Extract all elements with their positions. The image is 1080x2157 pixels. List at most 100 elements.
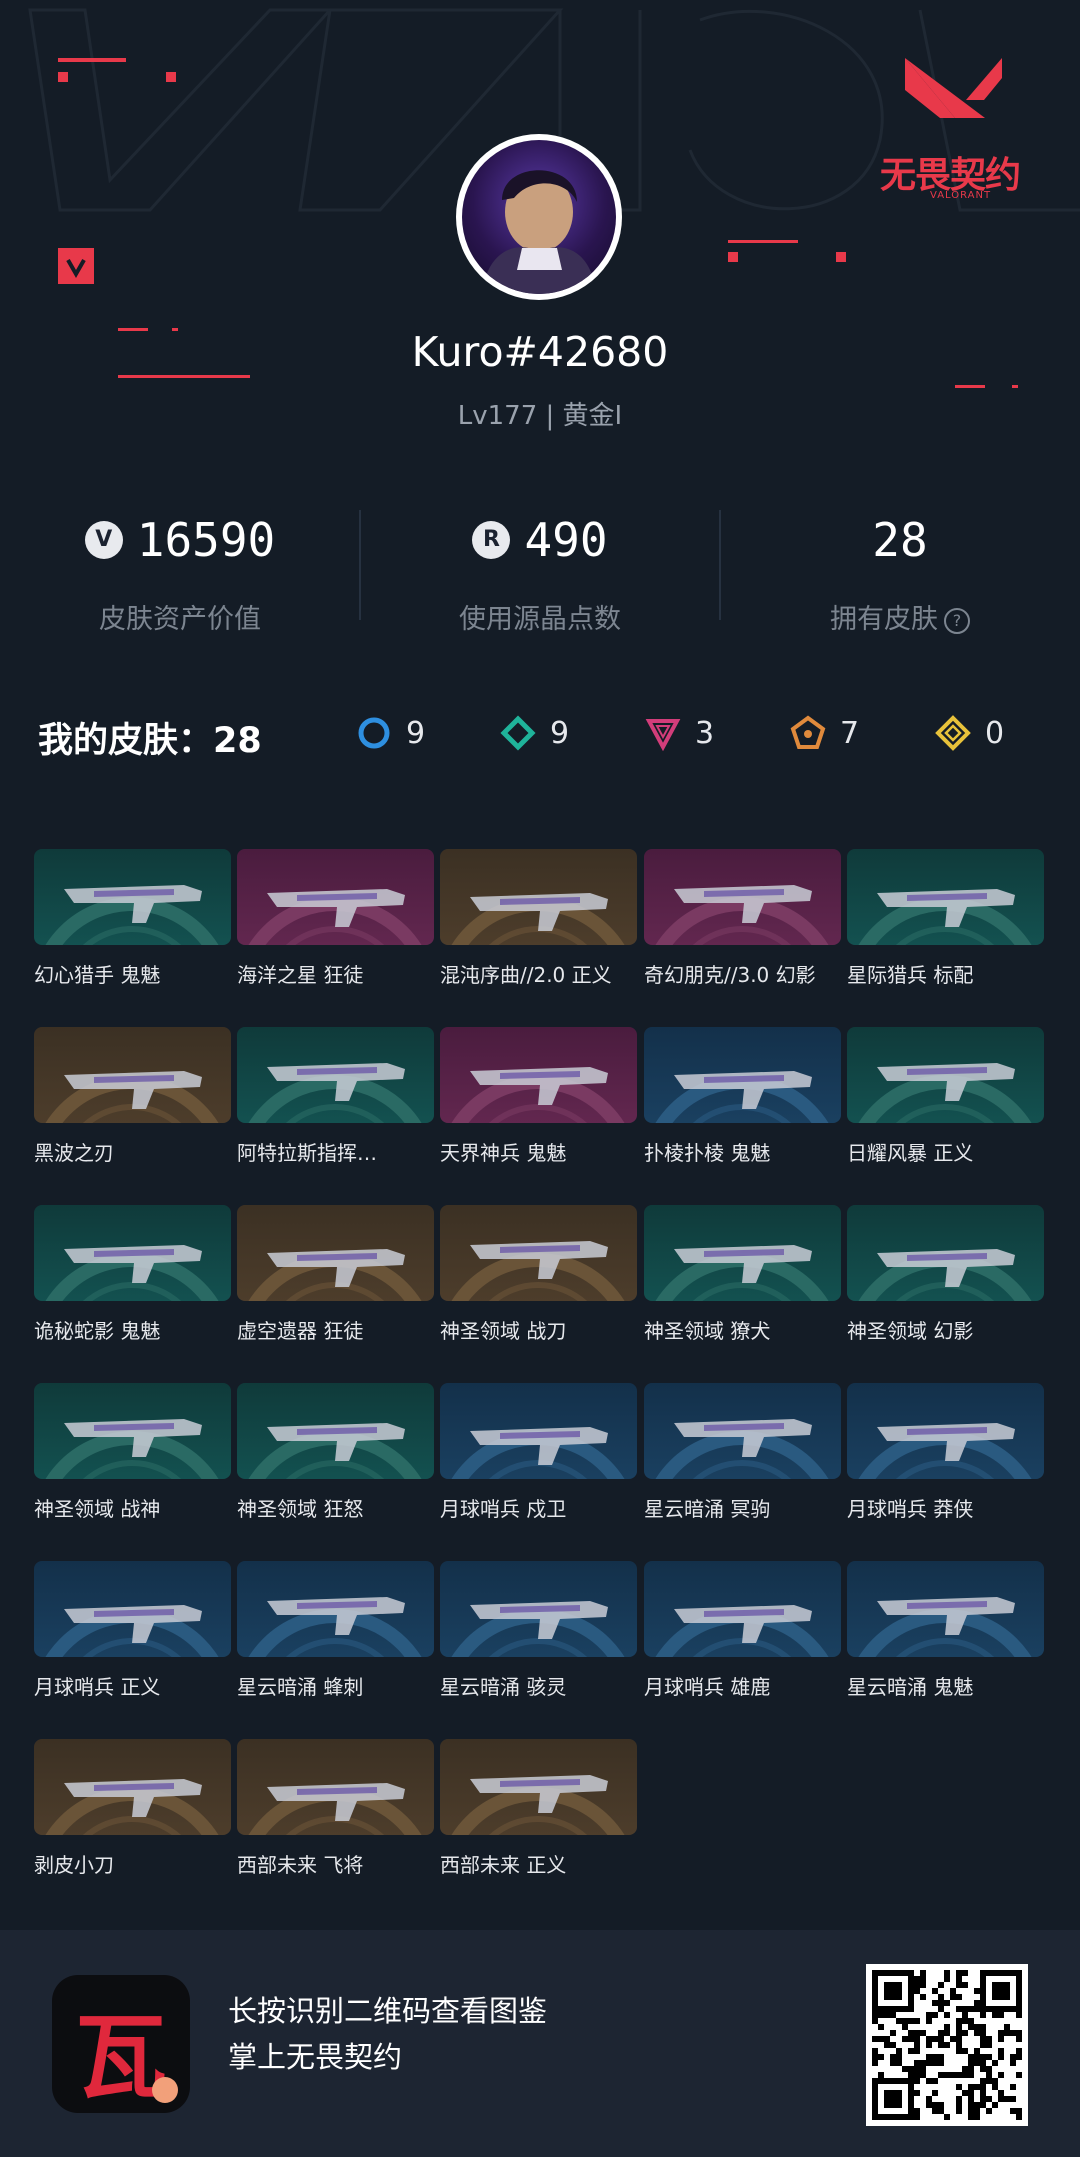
skin-name: 月球哨兵 戍卫 — [440, 1497, 567, 1521]
skin-card[interactable]: 星云暗涌 骇灵 — [440, 1561, 637, 1739]
weapon-image — [451, 1427, 625, 1479]
skin-thumbnail — [237, 1383, 434, 1479]
divider — [719, 510, 721, 620]
weapon-image — [858, 1249, 1032, 1301]
skin-card[interactable]: 日耀风暴 正义 — [847, 1027, 1044, 1205]
weapon-image — [45, 1605, 219, 1657]
skin-card[interactable]: 海洋之星 狂徒 — [237, 849, 434, 1027]
skin-name: 日耀风暴 正义 — [847, 1141, 974, 1165]
skin-thumbnail — [644, 1561, 841, 1657]
skin-thumbnail — [440, 849, 637, 945]
footer-line1: 长按识别二维码查看图鉴 — [228, 1994, 548, 2028]
skin-name: 剥皮小刀 — [34, 1853, 114, 1877]
deluxe-tier-icon — [500, 715, 536, 751]
username: Kuro#42680 — [411, 328, 669, 376]
skin-name: 月球哨兵 正义 — [34, 1675, 161, 1699]
skin-thumbnail — [847, 1383, 1044, 1479]
tier-count-value: 9 — [406, 715, 426, 751]
skin-thumbnail — [34, 849, 231, 945]
weapon-image — [655, 1071, 829, 1123]
stat-radianite: R 490 使用源晶点数 — [360, 505, 720, 636]
skin-name: 神圣领域 獠犬 — [644, 1319, 771, 1343]
skin-thumbnail — [237, 1739, 434, 1835]
skin-thumbnail — [847, 1561, 1044, 1657]
skin-card[interactable]: 月球哨兵 莽侠 — [847, 1383, 1044, 1561]
skin-card[interactable]: 神圣领域 獠犬 — [644, 1205, 841, 1383]
skin-thumbnail — [440, 1205, 637, 1301]
skin-card[interactable]: 星云暗涌 鬼魅 — [847, 1561, 1044, 1739]
skin-card[interactable]: 星际猎兵 标配 — [847, 849, 1044, 1027]
skin-card[interactable]: 诡秘蛇影 鬼魅 — [34, 1205, 231, 1383]
skin-card[interactable]: 奇幻朋克//3.0 幻影 — [644, 849, 841, 1027]
skin-name: 诡秘蛇影 鬼魅 — [34, 1319, 161, 1343]
skin-thumbnail — [237, 1561, 434, 1657]
stat-value: 28 — [872, 513, 928, 567]
stat-skin-value: V 16590 皮肤资产价值 — [0, 505, 360, 636]
stats-panel: V 16590 皮肤资产价值 R 490 使用源晶点数 28 拥有皮肤? — [0, 505, 1080, 635]
weapon-image — [858, 1063, 1032, 1123]
stat-value: 490 — [524, 513, 608, 567]
skin-card[interactable]: 剥皮小刀 — [34, 1739, 231, 1917]
skin-card[interactable]: 黑波之刃 — [34, 1027, 231, 1205]
weapon-image — [248, 1783, 422, 1835]
skin-card[interactable]: 混沌序曲//2.0 正义 — [440, 849, 637, 1027]
tier-count-value: 3 — [695, 715, 715, 751]
help-icon[interactable]: ? — [944, 607, 970, 634]
my-skins-count: 我的皮肤：28 — [38, 721, 262, 761]
skin-card[interactable]: 神圣领域 狂怒 — [237, 1383, 434, 1561]
tier-count: 9 — [500, 715, 569, 751]
skin-thumbnail — [34, 1205, 231, 1301]
tier-count: 0 — [935, 715, 1004, 751]
skin-name: 阿特拉斯指挥… — [237, 1141, 377, 1165]
skin-card[interactable]: 月球哨兵 雄鹿 — [644, 1561, 841, 1739]
skin-card[interactable]: 星云暗涌 冥驹 — [644, 1383, 841, 1561]
skin-card[interactable]: 虚空遗器 狂徒 — [237, 1205, 434, 1383]
skin-thumbnail — [34, 1561, 231, 1657]
app-icon[interactable]: 瓦 — [52, 1975, 190, 2113]
skin-card[interactable]: 西部未来 飞将 — [237, 1739, 434, 1917]
select-tier-icon — [358, 717, 390, 749]
tier-count-value: 0 — [985, 715, 1005, 751]
skin-card[interactable]: 幻心猎手 鬼魅 — [34, 849, 231, 1027]
skin-thumbnail — [644, 849, 841, 945]
skin-card[interactable]: 西部未来 正义 — [440, 1739, 637, 1917]
skin-card[interactable]: 月球哨兵 正义 — [34, 1561, 231, 1739]
logo-subtext: VALORANT — [930, 190, 992, 201]
skin-thumbnail — [34, 1739, 231, 1835]
skin-name: 星云暗涌 鬼魅 — [847, 1675, 974, 1699]
weapon-image — [451, 1241, 625, 1301]
skin-name: 神圣领域 战神 — [34, 1497, 161, 1521]
skin-card[interactable]: 月球哨兵 戍卫 — [440, 1383, 637, 1561]
footer-line2: 掌上无畏契约 — [228, 2040, 403, 2074]
skin-card[interactable]: 阿特拉斯指挥… — [237, 1027, 434, 1205]
skin-thumbnail — [440, 1027, 637, 1123]
tier-count: 7 — [790, 715, 859, 751]
tier-count: 3 — [645, 715, 714, 751]
footer-banner: 瓦 长按识别二维码查看图鉴 掌上无畏契约 — [0, 1930, 1080, 2157]
skin-thumbnail — [644, 1383, 841, 1479]
avatar[interactable] — [456, 134, 622, 300]
stat-label: 皮肤资产价值 — [99, 604, 261, 635]
skin-card[interactable]: 神圣领域 战刀 — [440, 1205, 637, 1383]
ultra-tier-icon — [935, 715, 971, 751]
skin-name: 混沌序曲//2.0 正义 — [440, 963, 612, 987]
stat-label: 使用源晶点数 — [459, 604, 621, 635]
skin-name: 月球哨兵 雄鹿 — [644, 1675, 771, 1699]
skin-name: 星际猎兵 标配 — [847, 963, 974, 987]
skin-card[interactable]: 扑棱扑棱 鬼魅 — [644, 1027, 841, 1205]
premium-tier-icon — [645, 719, 681, 751]
weapon-image — [451, 1067, 625, 1123]
skin-name: 黑波之刃 — [34, 1141, 114, 1165]
weapon-image — [45, 1071, 219, 1123]
skin-card[interactable]: 神圣领域 幻影 — [847, 1205, 1044, 1383]
flower-icon — [152, 2077, 178, 2103]
skin-card[interactable]: 神圣领域 战神 — [34, 1383, 231, 1561]
skin-card[interactable]: 星云暗涌 蜂刺 — [237, 1561, 434, 1739]
weapon-image — [655, 1605, 829, 1657]
tier-count-value: 7 — [840, 715, 860, 751]
skin-thumbnail — [847, 849, 1044, 945]
skin-card[interactable]: 天界神兵 鬼魅 — [440, 1027, 637, 1205]
skin-thumbnail — [237, 1027, 434, 1123]
weapon-image — [655, 1419, 829, 1479]
qr-code-icon[interactable] — [866, 1964, 1028, 2126]
